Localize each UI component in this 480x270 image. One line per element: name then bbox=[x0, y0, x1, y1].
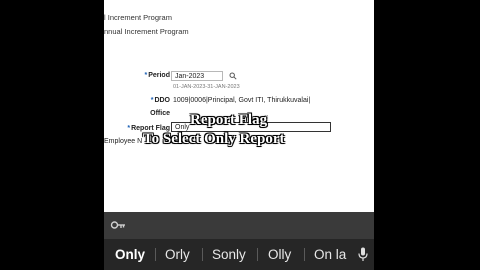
divider bbox=[155, 248, 156, 261]
suggestion-item[interactable]: Orly bbox=[165, 239, 190, 270]
annual-increment-program-link[interactable]: nnual Increment Program bbox=[104, 27, 189, 36]
key-icon[interactable] bbox=[110, 218, 126, 232]
divider bbox=[202, 248, 203, 261]
divider bbox=[257, 248, 258, 261]
ddo-label: *DDO bbox=[150, 97, 170, 104]
suggestion-item[interactable]: Only bbox=[115, 239, 145, 270]
keyboard-toolbar bbox=[104, 212, 374, 239]
caption-line-2: To Select Only Report bbox=[143, 131, 285, 147]
period-label: *Period bbox=[144, 72, 170, 79]
ddo-value: 1009|0006|Principal, Govt ITI, Thirukkuv… bbox=[173, 96, 373, 106]
required-marker: * bbox=[127, 125, 131, 132]
suggestion-item[interactable]: On la bbox=[314, 239, 346, 270]
period-range-hint: 01-JAN-2023-31-JAN-2023 bbox=[173, 84, 240, 90]
period-field[interactable]: Jan-2023 bbox=[171, 71, 223, 81]
employee-label: Employee N bbox=[104, 138, 143, 145]
required-marker: * bbox=[144, 72, 148, 79]
suggestion-item[interactable]: Sonly bbox=[212, 239, 246, 270]
divider bbox=[304, 248, 305, 261]
microphone-icon[interactable] bbox=[358, 247, 368, 262]
office-label: Office bbox=[150, 110, 170, 117]
search-icon[interactable] bbox=[229, 72, 237, 82]
caption-line-1: Report Flag bbox=[190, 112, 268, 128]
keyboard-suggestion-bar: Only Orly Sonly Olly On la bbox=[104, 239, 374, 270]
suggestion-item[interactable]: Olly bbox=[268, 239, 291, 270]
increment-program-heading: l Increment Program bbox=[104, 13, 172, 22]
